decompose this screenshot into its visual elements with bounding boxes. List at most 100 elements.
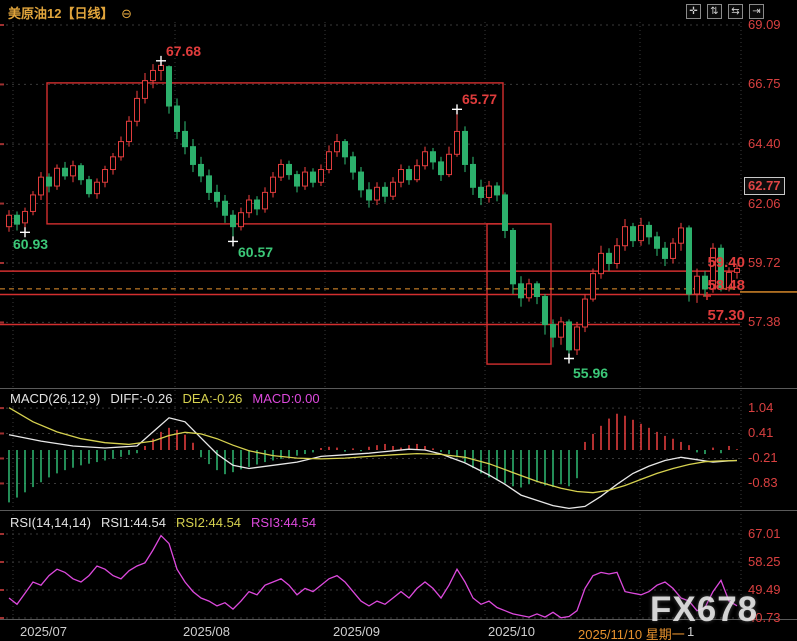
- candle-body: [383, 187, 388, 196]
- candle-body: [47, 177, 52, 186]
- candle-body: [399, 170, 404, 183]
- macd-dea-line: [9, 408, 737, 493]
- candle-body: [287, 164, 292, 174]
- candle-body: [63, 168, 68, 176]
- candle-body: [135, 98, 140, 121]
- candle-body: [631, 227, 636, 241]
- macd-label-row: MACD(26,12,9)DIFF:-0.26DEA:-0.26MACD:0.0…: [10, 391, 330, 406]
- left-tick: [0, 457, 4, 459]
- candle-body: [455, 131, 460, 154]
- panel-separator-macd-rsi: [0, 510, 797, 511]
- candle-body: [535, 284, 540, 297]
- candle-body: [423, 152, 428, 166]
- candle-body: [695, 276, 700, 294]
- candle-body: [7, 215, 12, 226]
- candle-body: [711, 248, 716, 289]
- candle-body: [647, 225, 652, 236]
- candle-body: [151, 70, 156, 80]
- candle-body: [183, 131, 188, 146]
- candle-body: [87, 180, 92, 194]
- candle-body: [327, 152, 332, 170]
- candle-body: [543, 297, 548, 325]
- chart-app: 美原油12【日线】 ⊖ ✛ ⇅ ⇆ ⇥ MACD(26,12,9) DIFF:-0…: [0, 0, 797, 641]
- candle-body: [23, 211, 28, 222]
- macd-dea-value: DEA:-0.26: [182, 391, 242, 406]
- rsi-label-row: RSI(14,14,14)RSI1:44.54RSI2:44.54RSI3:44…: [10, 515, 326, 530]
- candle-body: [559, 322, 564, 337]
- left-tick: [0, 262, 4, 264]
- candle-body: [687, 228, 692, 294]
- scale-y-icon[interactable]: ⇅: [707, 4, 722, 19]
- rsi2-value: RSI2:44.54: [176, 515, 241, 530]
- candle-body: [415, 166, 420, 180]
- candle-body: [279, 164, 284, 177]
- candle-body: [679, 228, 684, 243]
- candle-body: [431, 152, 436, 162]
- candle-body: [247, 200, 252, 213]
- candle-body: [511, 230, 516, 283]
- chart-canvas[interactable]: [0, 0, 797, 641]
- chart-title: 美原油12【日线】: [8, 6, 113, 21]
- left-tick: [0, 203, 4, 205]
- candle-body: [319, 170, 324, 183]
- left-tick: [0, 482, 4, 484]
- candle-body: [463, 131, 468, 164]
- exit-icon[interactable]: ⇥: [749, 4, 764, 19]
- candle-body: [119, 142, 124, 157]
- candle-body: [255, 200, 260, 209]
- candle-body: [391, 182, 396, 196]
- candle-body: [303, 172, 308, 186]
- candle-body: [703, 276, 708, 289]
- candle-body: [103, 170, 108, 183]
- candle-body: [359, 172, 364, 190]
- candle-body: [623, 227, 628, 246]
- candle-body: [479, 187, 484, 197]
- candle-body: [567, 322, 572, 350]
- candle-body: [607, 253, 612, 263]
- left-tick: [0, 432, 4, 434]
- extreme-cross-marker: [564, 354, 574, 364]
- candle-body: [487, 186, 492, 197]
- candle-body: [519, 284, 524, 298]
- candle-body: [199, 164, 204, 175]
- macd-diff-line: [9, 418, 737, 509]
- candle-body: [167, 67, 172, 106]
- candle-body: [583, 299, 588, 327]
- candle-body: [223, 201, 228, 215]
- candle-body: [79, 166, 84, 180]
- left-tick: [0, 321, 4, 323]
- candle-body: [111, 157, 116, 170]
- candle-body: [439, 162, 444, 175]
- left-tick: [0, 24, 4, 26]
- title-bar: 美原油12【日线】 ⊖: [8, 3, 132, 22]
- candle-body: [55, 168, 60, 186]
- toolbar: ✛ ⇅ ⇆ ⇥: [686, 4, 764, 19]
- candle-body: [375, 187, 380, 200]
- candle-body: [639, 225, 644, 240]
- left-tick: [0, 407, 4, 409]
- extreme-cross-marker: [228, 236, 238, 246]
- scale-x-icon[interactable]: ⇆: [728, 4, 743, 19]
- pan-icon[interactable]: ✛: [686, 4, 701, 19]
- candle-body: [343, 142, 348, 157]
- left-tick: [0, 533, 4, 535]
- candle-body: [719, 248, 724, 287]
- candle-body: [311, 172, 316, 182]
- candle-body: [503, 195, 508, 231]
- collapse-icon[interactable]: ⊖: [121, 6, 132, 21]
- candle-body: [39, 177, 44, 195]
- extreme-cross-marker: [452, 104, 462, 114]
- rsi1-value: RSI1:44.54: [101, 515, 166, 530]
- line-handle[interactable]: [703, 292, 711, 300]
- candle-body: [447, 154, 452, 174]
- left-tick: [0, 561, 4, 563]
- macd-diff-value: DIFF:-0.26: [110, 391, 172, 406]
- macd-params: MACD(26,12,9): [10, 391, 100, 406]
- candle-body: [671, 243, 676, 258]
- watermark: FX678: [650, 590, 758, 630]
- candle-body: [495, 186, 500, 195]
- candle-body: [215, 192, 220, 201]
- candle-body: [655, 237, 660, 248]
- candle-body: [407, 170, 412, 180]
- panel-separator-main-macd: [0, 388, 797, 389]
